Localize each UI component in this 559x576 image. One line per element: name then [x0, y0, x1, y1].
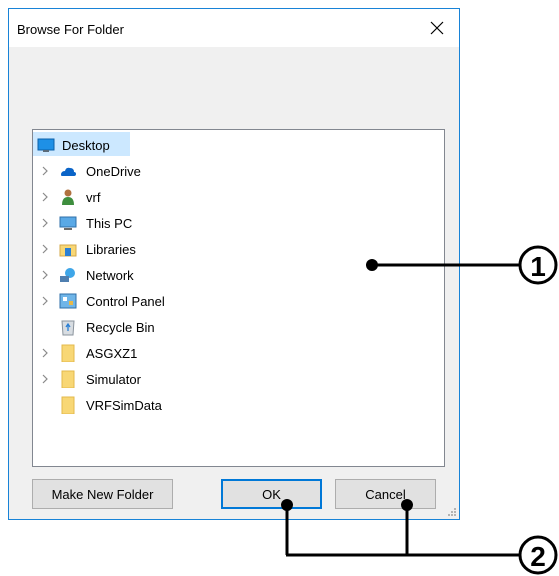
annotation-overlay: 1 2: [281, 245, 558, 575]
callout-1-marker: 1: [518, 245, 558, 285]
callout-1-number: 1: [530, 251, 546, 282]
callout-2-number: 2: [530, 541, 546, 572]
callout-2-marker: 2: [518, 535, 558, 575]
callout-1-leader: [366, 259, 522, 271]
callout-2-leader: [281, 499, 522, 557]
